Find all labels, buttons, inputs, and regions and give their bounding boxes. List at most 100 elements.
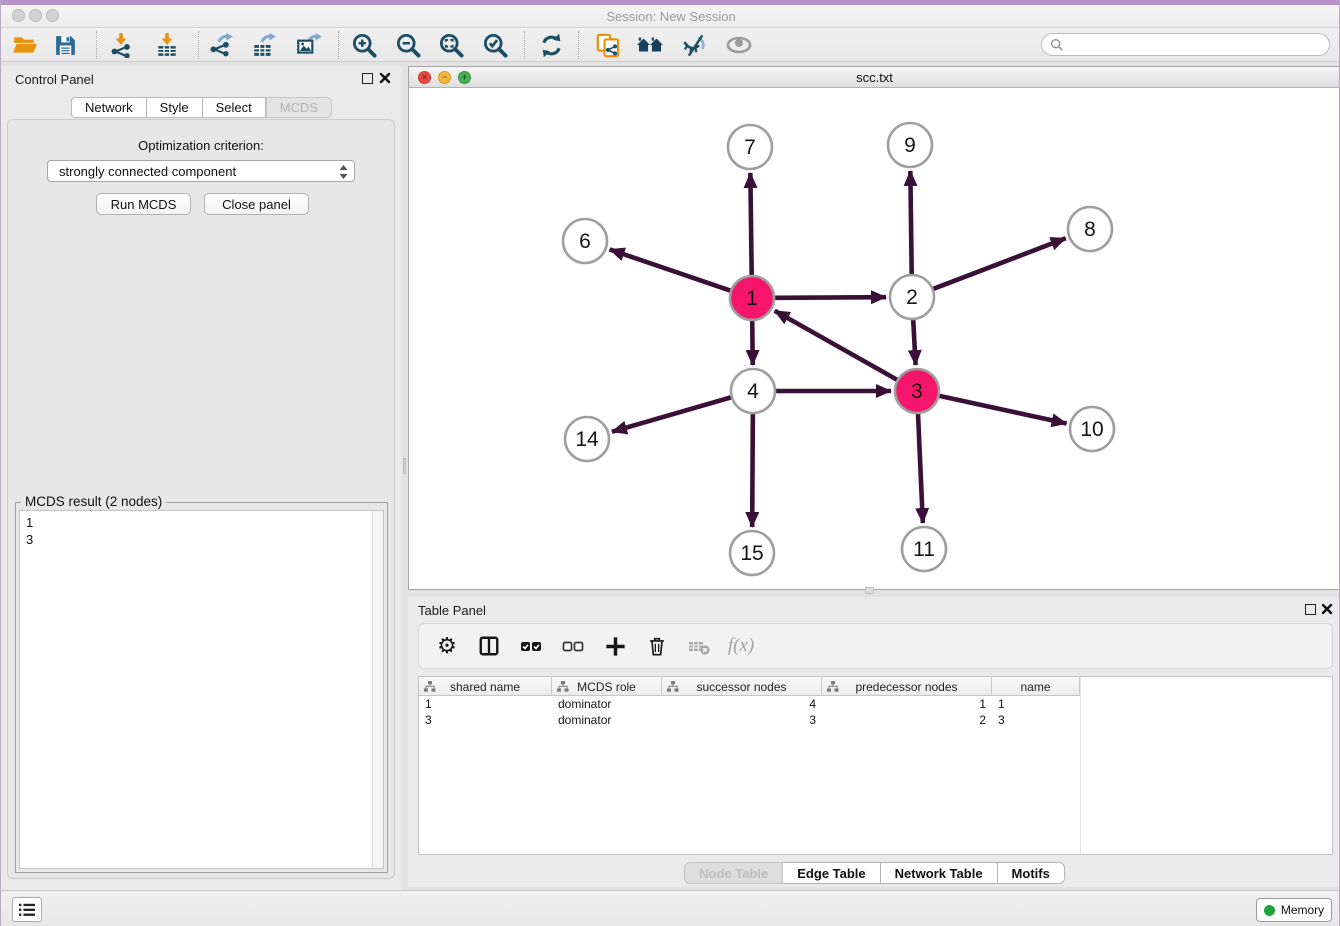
- memory-button[interactable]: Memory: [1256, 898, 1332, 922]
- edge-4-14[interactable]: [612, 397, 731, 431]
- zoom-selected-icon[interactable]: [479, 30, 511, 60]
- network-canvas[interactable]: 7968124314101511: [409, 88, 1340, 589]
- result-scrollbar[interactable]: [372, 511, 383, 868]
- create-column-icon[interactable]: [601, 632, 629, 660]
- optimization-criterion-label: Optimization criterion:: [8, 138, 394, 153]
- clone-network-icon[interactable]: [592, 30, 624, 60]
- column-header-shared-name[interactable]: shared name: [419, 677, 552, 696]
- graph-node-label-11: 11: [913, 538, 935, 561]
- network-graph[interactable]: 7968124314101511: [409, 88, 1340, 589]
- tab-select[interactable]: Select: [203, 97, 266, 118]
- table-settings-icon[interactable]: ⚙: [433, 632, 461, 660]
- float-table-panel-icon[interactable]: [1305, 604, 1316, 615]
- save-session-icon[interactable]: [49, 30, 81, 60]
- cell-predecessor-nodes[interactable]: 1: [822, 696, 992, 712]
- cell-successor-nodes[interactable]: 4: [662, 696, 822, 712]
- edge-2-9[interactable]: [910, 171, 911, 274]
- run-mcds-button[interactable]: Run MCDS: [96, 193, 191, 215]
- window-accent-strip: [1, 0, 1340, 5]
- cell-shared-name[interactable]: 3: [419, 712, 552, 728]
- import-table-icon[interactable]: [151, 30, 183, 60]
- tab-node-table[interactable]: Node Table: [684, 862, 783, 884]
- search-field[interactable]: [1041, 33, 1330, 56]
- show-column-panel-icon[interactable]: [475, 632, 503, 660]
- destroy-table-icon: [685, 632, 713, 660]
- cell-MCDS-role[interactable]: dominator: [552, 712, 662, 728]
- cell-name[interactable]: 3: [992, 712, 1080, 728]
- memory-label: Memory: [1281, 903, 1324, 917]
- column-type-icon: [667, 681, 679, 693]
- table-right-edge: [1080, 677, 1081, 854]
- unselect-all-rows-icon[interactable]: [559, 632, 587, 660]
- export-image-icon[interactable]: [292, 30, 324, 60]
- column-header-successor-nodes[interactable]: successor nodes: [662, 677, 822, 696]
- graph-node-label-15: 15: [740, 542, 763, 565]
- edge-1-7[interactable]: [750, 173, 751, 275]
- criterion-select[interactable]: strongly connected component: [47, 160, 355, 182]
- task-history-button[interactable]: [12, 897, 42, 922]
- tab-mcds[interactable]: MCDS: [266, 97, 332, 118]
- edge-3-1[interactable]: [775, 311, 897, 380]
- network-window-titlebar: × − + scc.txt: [409, 67, 1340, 88]
- splitter-handle[interactable]: [403, 458, 406, 474]
- column-header-name[interactable]: name: [992, 677, 1080, 696]
- edge-3-11[interactable]: [918, 414, 923, 523]
- table-row[interactable]: 1dominator411: [419, 696, 1080, 712]
- show-graphics-details-icon[interactable]: [723, 30, 755, 60]
- float-panel-icon[interactable]: [362, 73, 373, 84]
- zoom-in-icon[interactable]: [348, 30, 380, 60]
- open-session-icon[interactable]: [9, 30, 41, 60]
- mcds-result-value: 1: [26, 514, 383, 531]
- select-all-rows-icon[interactable]: [517, 632, 545, 660]
- cell-shared-name[interactable]: 1: [419, 696, 552, 712]
- edge-4-15[interactable]: [752, 414, 753, 527]
- mcds-result-list[interactable]: 13: [19, 510, 384, 869]
- search-icon: [1050, 38, 1064, 52]
- edge-2-3[interactable]: [913, 320, 915, 365]
- export-network-icon[interactable]: [205, 30, 237, 60]
- close-panel-button[interactable]: Close panel: [204, 193, 309, 215]
- column-header-predecessor-nodes[interactable]: predecessor nodes: [822, 677, 992, 696]
- search-input[interactable]: [1064, 36, 1329, 54]
- close-panel-icon[interactable]: [379, 72, 391, 84]
- toggle-visual-mapping-icon[interactable]: [678, 30, 710, 60]
- toolbar-separator: [524, 31, 525, 59]
- reset-home-icon[interactable]: [634, 30, 666, 60]
- window-title: Session: New Session: [1, 9, 1340, 24]
- apply-layout-icon[interactable]: [535, 30, 567, 60]
- memory-status-icon: [1264, 905, 1275, 916]
- horizontal-splitter-handle[interactable]: [865, 587, 874, 594]
- edge-1-6[interactable]: [610, 249, 731, 290]
- tab-edge-table[interactable]: Edge Table: [783, 862, 880, 884]
- cell-successor-nodes[interactable]: 3: [662, 712, 822, 728]
- node-table[interactable]: shared name MCDS role successor nodesprede…: [418, 676, 1333, 855]
- combo-stepper-icon[interactable]: [338, 164, 349, 180]
- graph-node-label-4: 4: [747, 380, 759, 403]
- import-network-icon[interactable]: [105, 30, 137, 60]
- tab-network-table[interactable]: Network Table: [881, 862, 998, 884]
- main-toolbar: [1, 28, 1340, 62]
- mcds-panel: Optimization criterion: strongly connect…: [7, 119, 395, 879]
- column-header-label: name: [1020, 680, 1050, 694]
- close-table-panel-icon[interactable]: [1321, 603, 1333, 615]
- zoom-out-icon[interactable]: [392, 30, 424, 60]
- cell-predecessor-nodes[interactable]: 2: [822, 712, 992, 728]
- tab-motifs[interactable]: Motifs: [998, 862, 1065, 884]
- criterion-value: strongly connected component: [59, 164, 236, 179]
- cell-name[interactable]: 1: [992, 696, 1080, 712]
- table-row[interactable]: 3dominator323: [419, 712, 1080, 728]
- column-header-label: MCDS role: [577, 680, 636, 694]
- tab-style[interactable]: Style: [147, 97, 203, 118]
- delete-column-icon[interactable]: [643, 632, 671, 660]
- edge-3-10[interactable]: [939, 396, 1066, 424]
- tab-network[interactable]: Network: [71, 97, 147, 118]
- column-header-MCDS-role[interactable]: MCDS role: [552, 677, 662, 696]
- edge-1-2[interactable]: [775, 297, 886, 298]
- status-bar: Memory: [1, 890, 1340, 926]
- edge-2-8[interactable]: [933, 238, 1065, 289]
- cell-MCDS-role[interactable]: dominator: [552, 696, 662, 712]
- control-panel-header: Control Panel: [1, 66, 402, 92]
- table-panel-title: Table Panel: [418, 603, 486, 618]
- export-table-icon[interactable]: [248, 30, 280, 60]
- zoom-fit-icon[interactable]: [435, 30, 467, 60]
